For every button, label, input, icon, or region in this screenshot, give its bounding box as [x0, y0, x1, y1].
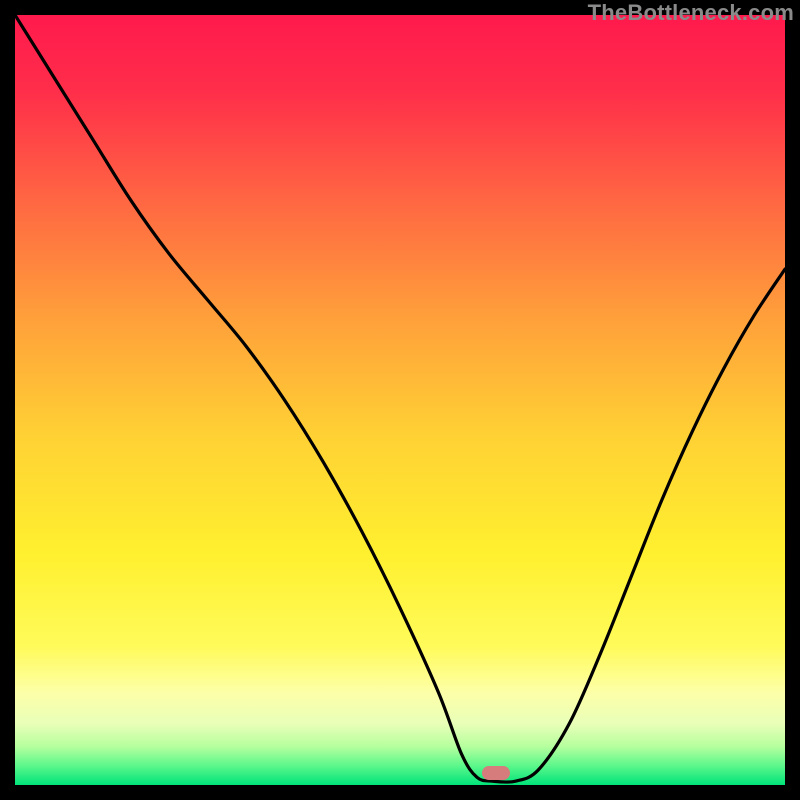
chart-frame: TheBottleneck.com: [0, 0, 800, 800]
optimal-marker-icon: [482, 766, 510, 780]
plot-area: [15, 15, 785, 785]
watermark-text: TheBottleneck.com: [588, 0, 794, 26]
bottleneck-curve: [15, 15, 785, 785]
